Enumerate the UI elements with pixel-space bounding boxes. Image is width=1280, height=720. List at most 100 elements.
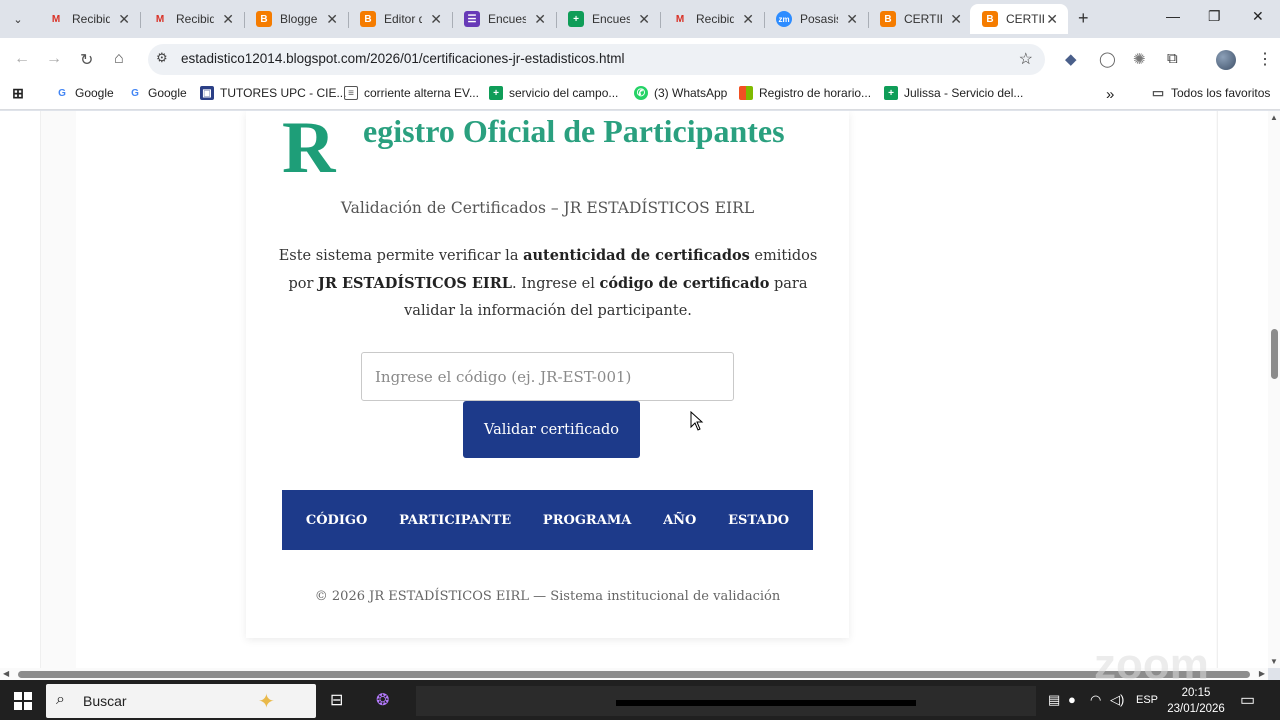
bookmark-star-icon[interactable]: ☆ [1019, 49, 1033, 69]
new-tab-button[interactable]: + [1078, 8, 1089, 29]
horizontal-scroll-thumb[interactable] [18, 671, 1250, 678]
upc-icon: ▣ [200, 86, 214, 100]
close-window-icon[interactable]: ✕ [1252, 8, 1264, 25]
doc-icon: ≡ [344, 86, 358, 100]
sheets-icon: + [884, 86, 898, 100]
bookmark-whatsapp[interactable]: ✆ (3) WhatsApp [634, 86, 727, 100]
vertical-scroll-thumb[interactable] [1271, 329, 1278, 379]
tab-search-button[interactable]: ⌄ [6, 7, 30, 31]
gmail-icon: M [51, 13, 61, 25]
heading-dropcap: R [282, 111, 336, 189]
page-subtitle: Validación de Certificados – JR ESTADÍST… [340, 199, 755, 217]
microsoft-icon [739, 86, 753, 100]
close-icon[interactable]: ✕ [638, 11, 650, 28]
tab-title: Blogge [280, 12, 318, 26]
close-icon[interactable]: ✕ [430, 11, 442, 28]
extension-ai-icon[interactable]: ✺ [1133, 50, 1146, 68]
horizontal-scrollbar[interactable]: ◀ ▶ [0, 668, 1268, 680]
language-indicator[interactable]: ESP [1136, 694, 1158, 706]
tab-forms[interactable]: ☰ Encues ✕ [452, 4, 556, 34]
extension-lens-icon[interactable]: ◯ [1099, 50, 1116, 68]
extension-diamond-icon[interactable]: ◆ [1065, 50, 1077, 68]
page-description: Este sistema permite verificar la autent… [278, 247, 818, 319]
profile-avatar[interactable] [1216, 50, 1236, 70]
all-bookmarks[interactable]: ▭ Todos los favoritos [1151, 85, 1271, 100]
site-info-icon[interactable]: ⚙ [156, 50, 168, 66]
clock-time: 20:15 [1181, 687, 1211, 699]
more-bookmarks-icon[interactable]: » [1106, 86, 1114, 103]
taskbar-search-label: Buscar [83, 693, 127, 709]
tab-zoom[interactable]: zm Posasis ✕ [764, 4, 868, 34]
bookmark-google-2[interactable]: G Google [128, 86, 187, 100]
extensions-puzzle-icon[interactable]: ⧉ [1167, 50, 1178, 67]
taskbar-search[interactable]: ⌕ Buscar ✦ [46, 684, 316, 718]
folder-icon: ▭ [1151, 85, 1165, 100]
google-icon: G [131, 87, 139, 99]
task-view-icon[interactable]: ⊟ [330, 690, 343, 710]
tab-certifi-1[interactable]: B CERTIFI ✕ [868, 4, 972, 34]
minimize-icon[interactable]: — [1166, 8, 1180, 24]
gmail-icon: M [155, 13, 165, 25]
address-bar[interactable]: ⚙ estadistico12014.blogspot.com/2026/01/… [148, 44, 1045, 75]
close-icon[interactable]: ✕ [950, 11, 962, 28]
page-viewport: R egistro Oficial de Participantes Valid… [0, 111, 1268, 668]
close-icon[interactable]: ✕ [222, 11, 234, 28]
bookmark-label: (3) WhatsApp [654, 86, 728, 100]
validate-certificate-button[interactable]: Validar certificado [463, 401, 640, 458]
restore-icon[interactable]: ❐ [1208, 8, 1221, 25]
close-icon[interactable]: ✕ [846, 11, 858, 28]
sheets-icon: + [489, 86, 503, 100]
bookmark-label: TUTORES UPC - CIE... [220, 86, 347, 100]
tab-gmail-3[interactable]: M Recibid ✕ [660, 4, 764, 34]
column-header-anio: AÑO [663, 512, 697, 528]
back-icon[interactable]: ← [14, 50, 30, 68]
tab-certifi-active[interactable]: B CERTIFI ✕ [970, 4, 1068, 34]
reload-icon[interactable]: ↻ [80, 50, 93, 70]
tab-title: Encues [488, 12, 526, 26]
forward-icon[interactable]: → [46, 50, 62, 68]
bookmark-corriente[interactable]: ≡ corriente alterna EV... [344, 86, 479, 100]
tray-app-icon[interactable]: ▤ [1048, 692, 1060, 708]
bookmark-tutores[interactable]: ▣ TUTORES UPC - CIE... [200, 86, 346, 100]
bookmark-label: Julissa - Servicio del... [904, 86, 1024, 100]
close-icon[interactable]: ✕ [326, 11, 338, 28]
zoom-icon: zm [776, 11, 792, 27]
microphone-icon[interactable]: ● [1068, 692, 1076, 707]
windows-start-icon[interactable] [14, 692, 32, 710]
tab-gmail-1[interactable]: M Recibid ✕ [36, 4, 140, 34]
blogger-icon: B [880, 11, 896, 27]
close-icon[interactable]: ✕ [534, 11, 546, 28]
notification-icon[interactable]: ▭ [1240, 690, 1255, 710]
tab-blogger-editor[interactable]: B Editor d ✕ [348, 4, 452, 34]
certificate-code-input[interactable] [361, 352, 734, 401]
tab-gmail-2[interactable]: M Recibid ✕ [140, 4, 244, 34]
blogger-icon: B [256, 11, 272, 27]
taskbar-clock[interactable]: 20:15 23/01/2026 [1166, 685, 1226, 717]
home-icon[interactable]: ⌂ [114, 50, 124, 68]
bookmark-google-1[interactable]: G Google [55, 86, 114, 100]
close-icon[interactable]: ✕ [742, 11, 754, 28]
bookmark-julissa[interactable]: + Julissa - Servicio del... [884, 86, 1023, 100]
apps-grid-icon[interactable]: ⊞ [11, 85, 31, 101]
bookmark-registro[interactable]: Registro de horario... [739, 86, 871, 100]
forms-icon: ☰ [464, 11, 480, 27]
menu-kebab-icon[interactable]: ⋮ [1257, 49, 1273, 69]
tab-title: Recibid [696, 12, 734, 26]
bookmark-label: corriente alterna EV... [364, 86, 479, 100]
close-icon[interactable]: ✕ [1046, 11, 1058, 28]
gmail-icon: M [675, 13, 685, 25]
google-icon: G [58, 87, 66, 99]
blogger-icon: B [982, 11, 998, 27]
tab-title: Editor d [384, 12, 422, 26]
tab-blogger-1[interactable]: B Blogge ✕ [244, 4, 348, 34]
url-text: estadistico12014.blogspot.com/2026/01/ce… [181, 51, 625, 66]
taskbar-app-thumbnails[interactable] [416, 686, 1036, 716]
blogger-icon: B [360, 11, 376, 27]
volume-icon[interactable]: ◁) [1110, 692, 1124, 708]
tab-sheets[interactable]: + Encues ✕ [556, 4, 660, 34]
bookmark-servicio[interactable]: + servicio del campo... [489, 86, 618, 100]
wifi-icon[interactable]: ◠ [1090, 692, 1101, 708]
vertical-scrollbar[interactable]: ▲ ▼ [1268, 111, 1280, 668]
close-icon[interactable]: ✕ [118, 11, 130, 28]
copilot-icon[interactable]: ❂ [376, 690, 389, 710]
